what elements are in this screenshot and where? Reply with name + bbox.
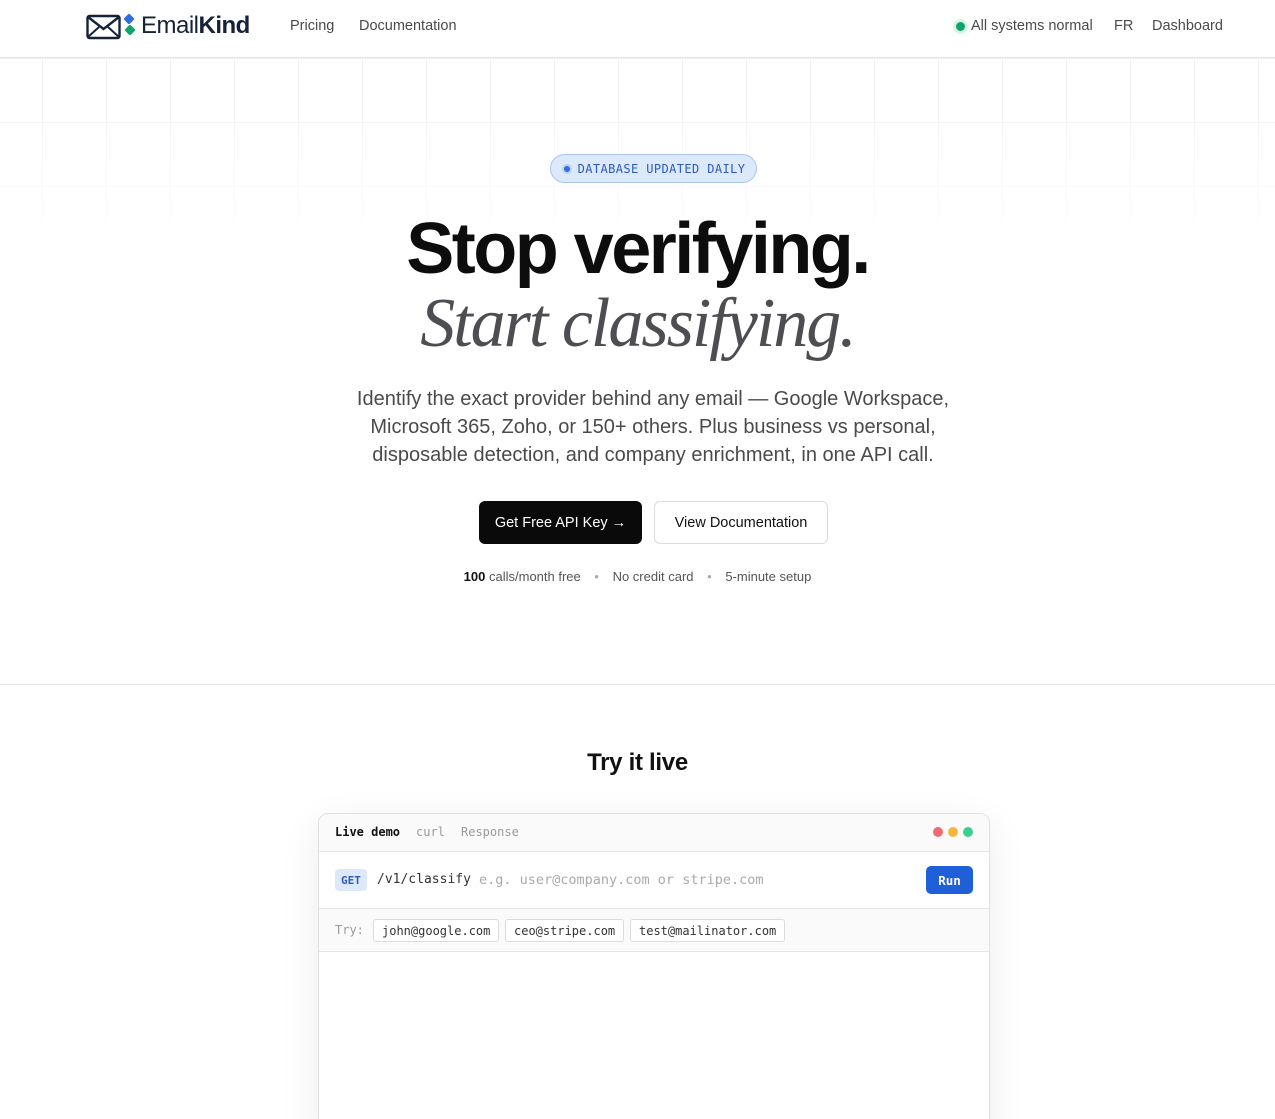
view-documentation-button[interactable]: View Documentation [654,501,828,544]
classify-input[interactable] [479,866,909,894]
separator-dot: • [594,569,599,584]
logo-text: EmailKind [141,12,250,39]
top-nav: EmailKind Pricing Documentation All syst… [0,0,1275,58]
section-divider [0,684,1275,685]
demo-request-row: GET /v1/classify Run [319,852,989,909]
logo[interactable]: EmailKind [86,12,250,40]
get-api-key-button[interactable]: Get Free API Key → [479,501,642,544]
calls-count: 100 [463,569,486,584]
try-it-live-title: Try it live [587,749,688,776]
badge-dot-icon [561,163,572,174]
status-dot-icon [956,21,965,31]
example-chip-stripe[interactable]: ceo@stripe.com [505,919,625,942]
nav-link-documentation[interactable]: Documentation [359,18,457,34]
run-button[interactable]: Run [926,866,973,894]
status-text: All systems normal [971,18,1093,34]
nav-link-pricing[interactable]: Pricing [290,18,334,34]
demo-output-area [319,952,989,1119]
separator-dot: • [707,569,712,584]
red-dot-icon [933,827,943,837]
yellow-dot-icon [948,827,958,837]
window-dots [933,827,973,837]
language-switch[interactable]: FR [1114,18,1133,34]
no-credit-card: No credit card [612,569,694,584]
logo-mark-icon [123,13,136,36]
tab-curl[interactable]: curl [416,825,445,839]
try-label: Try: [335,923,364,937]
tab-response[interactable]: Response [461,825,519,839]
example-chip-mailinator[interactable]: test@mailinator.com [630,919,786,942]
setup-time: 5-minute setup [725,569,812,584]
method-badge: GET [335,869,367,891]
hero-title: Stop verifying. [406,209,871,289]
live-demo-window: Live demo curl Response GET /v1/classify… [318,813,990,1119]
system-status[interactable]: All systems normal [956,18,1093,34]
example-row: Try: john@google.com ceo@stripe.com test… [319,909,989,952]
hero-subtitle: Start classifying. [420,285,857,362]
demo-tab-bar: Live demo curl Response [319,814,989,852]
nav-link-dashboard[interactable]: Dashboard [1152,18,1223,34]
example-chip-google[interactable]: john@google.com [373,919,500,942]
badge-text: DATABASE UPDATED DAILY [577,161,746,176]
tab-live-demo[interactable]: Live demo [335,825,400,839]
database-badge: DATABASE UPDATED DAILY [550,154,757,183]
envelope-logo-icon [86,14,121,40]
endpoint-path: /v1/classify [377,872,471,887]
hero-lead: Identify the exact provider behind any e… [356,388,950,466]
green-dot-icon [963,827,973,837]
calls-text: calls/month free [489,569,581,584]
hero-meta: 100 calls/month free • No credit card • … [0,569,1275,584]
